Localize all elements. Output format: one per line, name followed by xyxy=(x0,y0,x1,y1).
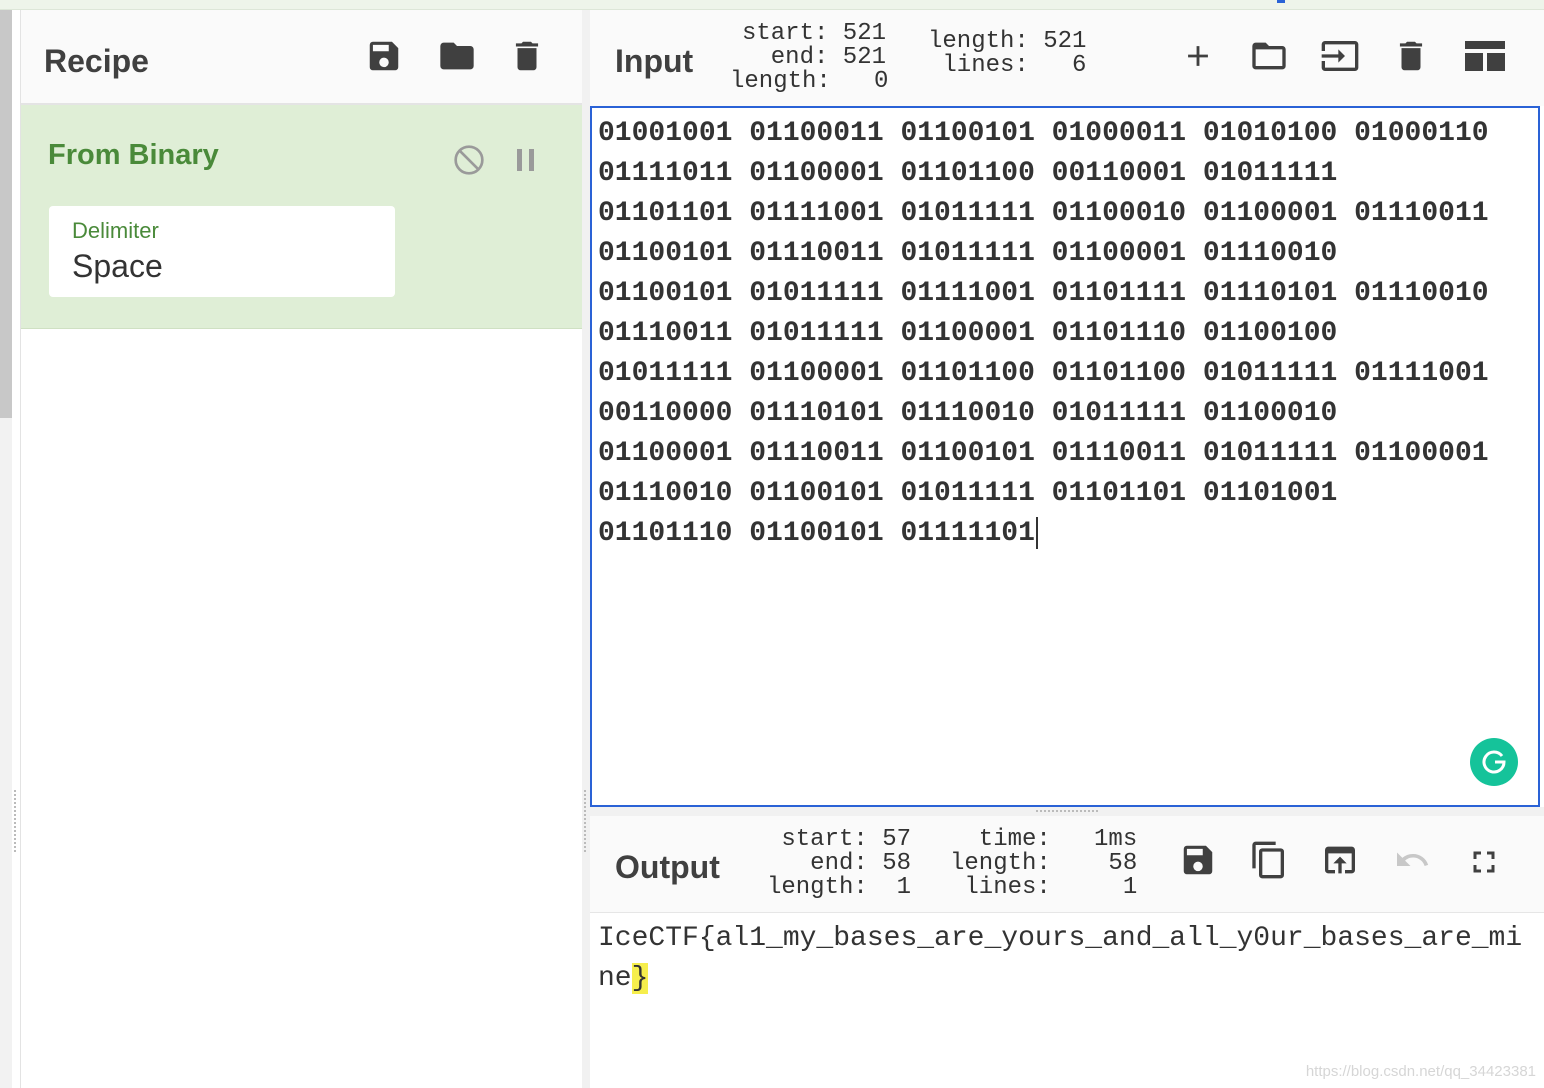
input-selection-stats: start: 521 end: 521 length: 0 xyxy=(730,20,889,95)
trash-icon xyxy=(515,41,539,71)
copy-output-button[interactable] xyxy=(1248,838,1290,882)
output-line: IceCTF{al1_my_bases_are_yours_and_all_y0… xyxy=(598,923,1523,954)
io-divider[interactable] xyxy=(590,807,1544,816)
input-line: 01001001 01100011 01100101 01000011 0101… xyxy=(598,118,1489,149)
input-text: 01001001 01100011 01100101 01000011 0101… xyxy=(598,114,1528,554)
input-icon xyxy=(1321,41,1359,71)
plus-icon xyxy=(1188,46,1208,66)
operation-from-binary[interactable]: From Binary Delimiter Space xyxy=(21,105,583,329)
undo-button[interactable] xyxy=(1390,840,1434,880)
operation-name: From Binary xyxy=(48,139,219,171)
replace-input-button[interactable] xyxy=(1318,840,1362,880)
input-line: 01110010 01100101 01011111 01101101 0110… xyxy=(598,478,1338,509)
resize-grip[interactable] xyxy=(14,790,17,852)
input-line: 01100101 01011111 01111001 01101111 0111… xyxy=(598,278,1489,309)
maximise-output-button[interactable] xyxy=(1464,842,1504,882)
input-header: Input start: 521 end: 521 length: 0 leng… xyxy=(590,10,1544,106)
open-folder-button[interactable] xyxy=(1317,36,1363,76)
replace-input-icon xyxy=(1325,846,1355,874)
input-line: 01111011 01100001 01101100 00110001 0101… xyxy=(598,158,1338,189)
load-recipe-button[interactable] xyxy=(435,36,479,76)
pause-icon xyxy=(517,149,534,171)
panel-divider[interactable] xyxy=(582,10,590,1088)
input-line: 01100001 01110011 01100101 01110011 0101… xyxy=(598,438,1489,469)
top-marker xyxy=(1277,0,1285,3)
input-line: 01110011 01011111 01100001 01101110 0110… xyxy=(598,318,1338,349)
input-line-last: 01101110 01100101 01111101 xyxy=(598,514,1528,554)
recipe-title: Recipe xyxy=(44,43,149,79)
add-input-button[interactable] xyxy=(1178,36,1218,76)
recipe-panel: Recipe From Binary Delimiter Space xyxy=(20,10,583,1088)
output-textarea[interactable]: IceCTF{al1_my_bases_are_yours_and_all_y0… xyxy=(590,912,1544,1088)
input-line: 01011111 01100001 01101100 01101100 0101… xyxy=(598,358,1489,389)
disable-operation-button[interactable] xyxy=(452,143,486,177)
output-title: Output xyxy=(615,849,720,885)
clear-input-button[interactable] xyxy=(1391,36,1431,76)
fullscreen-icon xyxy=(1473,851,1495,873)
output-selection-stats: start: 57 end: 58 length: 1 xyxy=(766,826,911,901)
copy-icon xyxy=(1252,841,1284,879)
input-line: 01101101 01111001 01011111 01100010 0110… xyxy=(598,198,1489,229)
disable-icon xyxy=(454,145,484,175)
undo-icon xyxy=(1397,852,1429,866)
input-textarea[interactable]: 01001001 01100011 01100101 01000011 0101… xyxy=(590,106,1540,807)
layout-icon xyxy=(1465,41,1505,71)
recipe-header: Recipe xyxy=(21,10,583,105)
pause-operation-button[interactable] xyxy=(511,145,541,175)
clear-recipe-button[interactable] xyxy=(507,36,547,76)
delimiter-label: Delimiter xyxy=(72,218,159,243)
scrollbar-thumb[interactable] xyxy=(0,10,12,418)
trash-icon xyxy=(1399,41,1423,71)
delimiter-select[interactable]: Delimiter Space xyxy=(49,206,395,297)
output-line: ne} xyxy=(598,959,1533,999)
output-time-stats: time: 1ms length: 58 lines: 1 xyxy=(950,826,1138,901)
save-icon xyxy=(1183,845,1213,875)
output-header: Output start: 57 end: 58 length: 1 time:… xyxy=(590,816,1544,912)
input-line: 01101110 01100101 01111101 xyxy=(598,518,1035,549)
reset-layout-button[interactable] xyxy=(1462,38,1508,74)
save-output-button[interactable] xyxy=(1178,840,1218,880)
watermark: https://blog.csdn.net/qq_34423381 xyxy=(1305,1063,1536,1080)
grammarly-button[interactable] xyxy=(1470,738,1518,786)
text-caret xyxy=(1035,516,1038,549)
delimiter-value: Space xyxy=(72,248,163,284)
input-title: Input xyxy=(615,43,694,79)
folder-icon xyxy=(1252,42,1286,70)
left-scrollbar[interactable] xyxy=(0,10,16,1088)
grammarly-icon xyxy=(1482,750,1506,774)
input-length-stats: length: 521 lines: 6 xyxy=(928,28,1087,79)
input-line: 00110000 01110101 01110010 01011111 0110… xyxy=(598,398,1338,429)
save-icon xyxy=(369,41,399,71)
resize-grip[interactable] xyxy=(584,790,587,852)
input-line: 01100101 01110011 01011111 01100001 0111… xyxy=(598,238,1338,269)
output-line-text: ne xyxy=(598,963,632,994)
folder-icon xyxy=(440,42,474,70)
resize-grip[interactable] xyxy=(1036,810,1098,813)
open-file-button[interactable] xyxy=(1247,36,1291,76)
output-text: IceCTF{al1_my_bases_are_yours_and_all_y0… xyxy=(598,919,1533,999)
top-strip xyxy=(0,0,1544,10)
highlighted-char: } xyxy=(631,963,649,994)
save-recipe-button[interactable] xyxy=(364,36,404,76)
